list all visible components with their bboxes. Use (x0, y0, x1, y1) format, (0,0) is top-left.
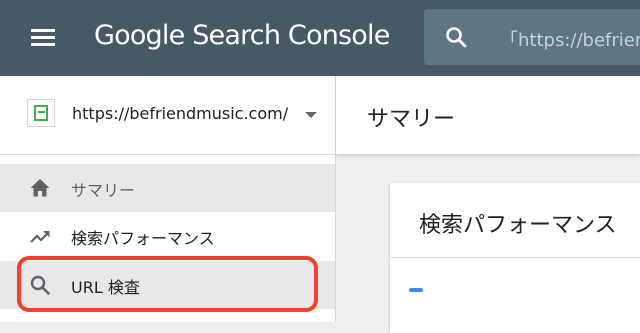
sidebar-item-search-performance[interactable]: 検索パフォーマンス (0, 212, 335, 260)
trending-up-icon (30, 231, 50, 243)
sidebar-item-label: 検索パフォーマンス (71, 229, 215, 248)
performance-card: 検索パフォーマンス (390, 183, 640, 333)
highlight-annotation (17, 256, 318, 312)
page-title: サマリー (367, 107, 456, 132)
search-input-text: 「https://befriendmusic (500, 30, 640, 51)
site-favicon (27, 99, 55, 127)
url-inspect-search-input[interactable]: 「https://befriendmusic (424, 9, 640, 65)
chevron-down-icon[interactable] (305, 112, 317, 118)
property-selector[interactable]: https://befriendmusic.com/ (0, 76, 335, 155)
menu-icon[interactable] (31, 29, 55, 47)
page-header: サマリー (336, 76, 640, 154)
legend-marker (409, 288, 423, 292)
search-icon (446, 27, 467, 48)
sidebar-item-label: サマリー (71, 181, 136, 200)
divider (390, 257, 640, 258)
top-app-bar: Google Search Console 「https://befriendm… (0, 0, 640, 76)
product-logo[interactable]: Google Search Console (94, 20, 390, 51)
property-url: https://befriendmusic.com/ (72, 104, 289, 123)
home-icon (30, 179, 50, 197)
sidebar-item-summary[interactable]: サマリー (0, 164, 335, 212)
card-title: 検索パフォーマンス (419, 213, 617, 238)
